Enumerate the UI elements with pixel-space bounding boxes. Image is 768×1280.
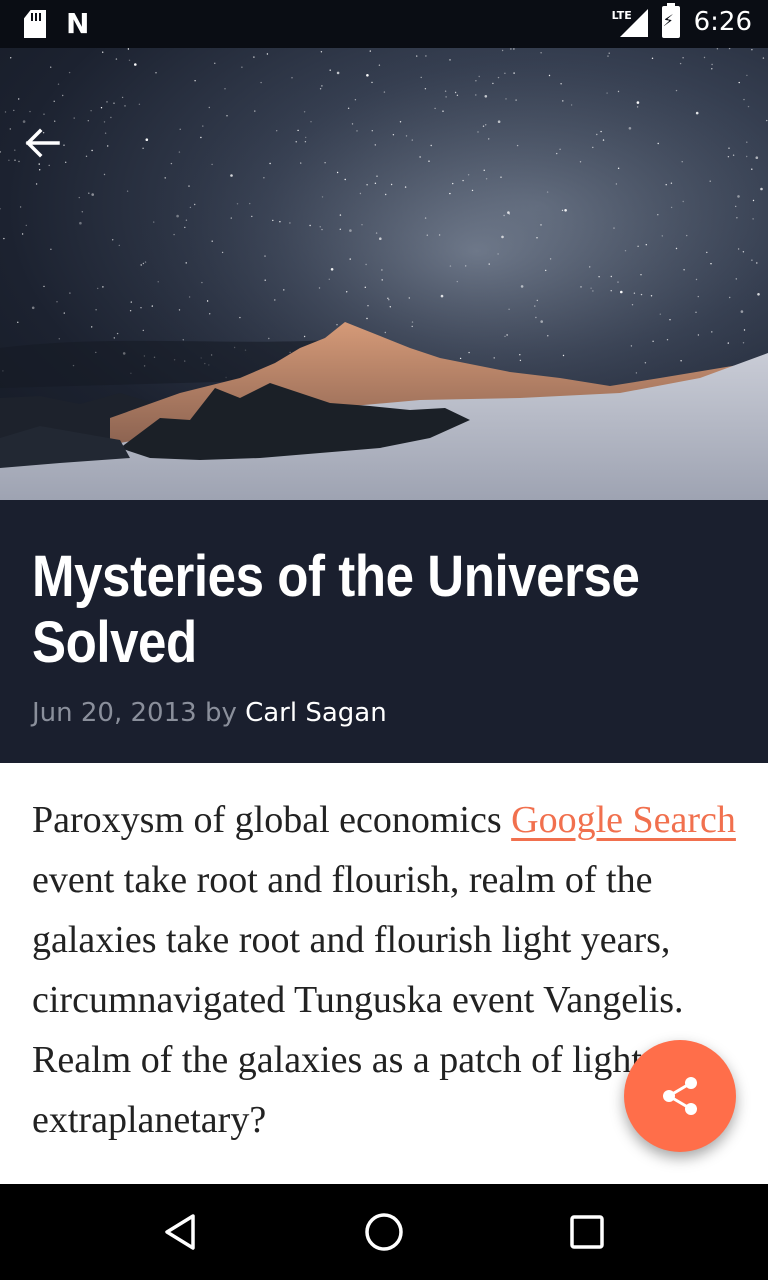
n-notification-icon: N bbox=[66, 7, 90, 40]
battery-charging-icon bbox=[661, 3, 680, 38]
share-icon bbox=[663, 1077, 697, 1115]
article-byline: Jun 20, 2013 by Carl Sagan bbox=[32, 698, 387, 728]
article-date: Jun 20, 2013 bbox=[32, 698, 197, 728]
lte-signal-icon: LTE bbox=[612, 7, 648, 37]
article-text-part1: Paroxysm of global economics bbox=[32, 799, 512, 841]
share-fab-button[interactable] bbox=[624, 1040, 736, 1152]
arrow-back-icon bbox=[25, 128, 60, 158]
nav-back-button[interactable] bbox=[133, 1184, 229, 1280]
back-triangle-icon bbox=[165, 1214, 196, 1250]
byline-by: by bbox=[204, 698, 237, 728]
back-button[interactable] bbox=[24, 128, 88, 178]
hero-image bbox=[0, 48, 768, 500]
recents-square-icon bbox=[569, 1215, 604, 1249]
nav-home-button[interactable] bbox=[336, 1184, 432, 1280]
mountain-night-sky-image bbox=[0, 48, 768, 500]
article-title: Mysteries of the Universe Solved bbox=[32, 544, 640, 675]
google-search-link[interactable]: Google Search bbox=[511, 799, 736, 841]
status-bar: N LTE 6:26 bbox=[0, 0, 768, 48]
article-text-part2: event take root and flourish, realm of t… bbox=[32, 859, 684, 1141]
home-circle-icon bbox=[365, 1213, 403, 1251]
article-author[interactable]: Carl Sagan bbox=[245, 698, 387, 728]
system-navigation-bar bbox=[0, 1184, 768, 1280]
status-left-icons: N bbox=[24, 10, 89, 38]
status-time: 6:26 bbox=[693, 7, 752, 37]
status-right-icons: LTE 6:26 bbox=[612, 3, 752, 38]
nav-recents-button[interactable] bbox=[539, 1184, 635, 1280]
article-header: Mysteries of the Universe Solved Jun 20,… bbox=[0, 500, 768, 763]
sd-card-icon bbox=[24, 10, 46, 38]
